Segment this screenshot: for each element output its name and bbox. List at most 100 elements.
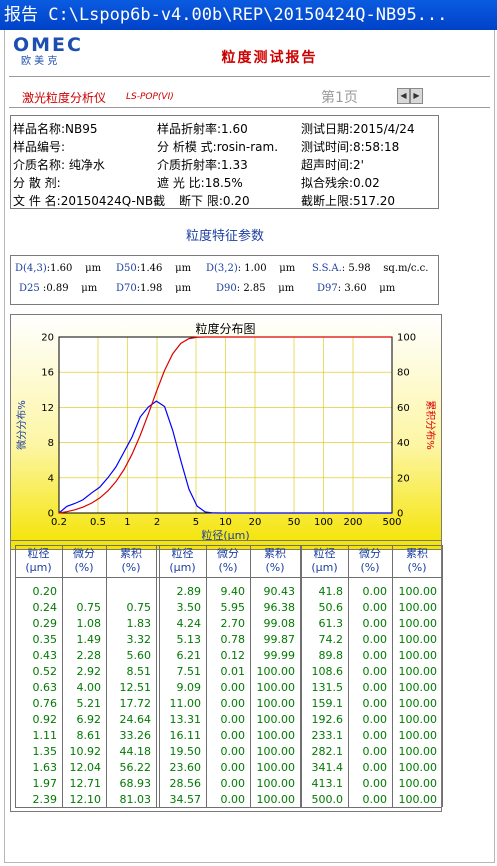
- table-header: 微分: [217, 547, 239, 560]
- table-cell: 2.70: [220, 617, 246, 630]
- table-cell: 131.5: [311, 681, 344, 694]
- table-cell: 24.64: [119, 713, 152, 726]
- instrument-model: LS-POP(VI): [126, 92, 174, 102]
- table-header: 累积: [406, 547, 428, 560]
- table-bottom-line: [15, 807, 442, 808]
- table-cell: 5.21: [76, 697, 102, 710]
- x-tick-label: 20: [249, 517, 262, 528]
- table-cell: 99.87: [263, 633, 296, 646]
- table-cell: 2.92: [76, 665, 102, 678]
- table-cell: 6.21: [176, 649, 202, 662]
- sample-info-box: 样品名称:NB95 样品折射率:1.60 测试日期:2015/4/24 样品编号…: [10, 115, 439, 209]
- table-cell: 0.00: [362, 681, 388, 694]
- distribution-chart: 0.2 0.5 1 2 5 10 20 50 100 200 5000481216200204060…: [15, 321, 436, 542]
- y-left-tick-label: 8: [48, 438, 54, 449]
- table-cell: 100.00: [398, 585, 438, 598]
- table-cell: 0.63: [32, 681, 58, 694]
- table-header: 粒径: [313, 547, 336, 560]
- x-tick-label: 50: [288, 517, 301, 528]
- table-cell: 0.00: [362, 697, 388, 710]
- table-cell: 0.00: [362, 777, 388, 790]
- x-tick-label: 1: [124, 517, 130, 528]
- y-right-tick-label: 40: [397, 438, 410, 449]
- table-cell: 0.00: [220, 761, 246, 774]
- table-cell: 100.00: [398, 665, 438, 678]
- table-cell: 7.51: [176, 665, 202, 678]
- table-cell: 0.00: [362, 649, 388, 662]
- table-cell: 8.61: [76, 729, 102, 742]
- y-left-tick-label: 16: [41, 368, 54, 379]
- prev-page-button[interactable]: ◀: [397, 88, 410, 104]
- table-cell: 5.95: [220, 601, 246, 614]
- table-cell: 0.00: [362, 601, 388, 614]
- table-cell: 0.00: [362, 585, 388, 598]
- info-file-name: 文 件 名:20150424Q-NB截: [13, 194, 166, 208]
- table-header: 微分: [73, 547, 95, 560]
- table-cell: 23.60: [169, 761, 202, 774]
- table-cell: 1.83: [126, 617, 152, 630]
- param-d90: D90: 2.85 μm: [216, 283, 295, 294]
- table-cell: 341.4: [311, 761, 344, 774]
- table-header-unit: (μm): [311, 561, 338, 574]
- table-cell: 159.1: [311, 697, 344, 710]
- table-cell: 74.2: [318, 633, 344, 646]
- report-title: 粒度测试报告: [221, 50, 318, 66]
- param-d97: D97: 3.60 μm: [317, 283, 396, 294]
- info-test-time: 测试时间:8:58:18: [301, 140, 400, 154]
- table-cell: 100.00: [256, 777, 296, 790]
- table-cell: 100.00: [256, 665, 296, 678]
- table-cell: 0.75: [126, 601, 152, 614]
- info-sample-ri: 样品折射率:1.60: [157, 122, 248, 136]
- table-cell: 5.60: [126, 649, 152, 662]
- info-test-date: 测试日期:2015/4/24: [301, 122, 415, 136]
- table-cell: 41.8: [318, 585, 344, 598]
- table-cell: 3.32: [126, 633, 152, 646]
- x-tick-label: 100: [314, 517, 333, 528]
- table-cell: 4.00: [76, 681, 102, 694]
- table-header: 粒径: [171, 547, 194, 560]
- table-cell: 0.00: [362, 665, 388, 678]
- info-ultrasonic-time: 超声时间:2': [301, 158, 364, 172]
- table-cell: 0.75: [76, 601, 102, 614]
- table-cell: 19.50: [169, 745, 202, 758]
- info-upper-cutoff: 截断上限:517.20: [301, 194, 396, 208]
- table-cell: 0.29: [32, 617, 58, 630]
- table-cell: 16.11: [169, 729, 202, 742]
- info-medium-name: 介质名称: 纯净水: [13, 158, 105, 172]
- info-obscuration: 遮 光 比:18.5%: [157, 176, 243, 190]
- table-cell: 4.24: [176, 617, 202, 630]
- info-lower-cutoff: 断下 限:0.20: [179, 194, 250, 208]
- table-cell: 100.00: [256, 713, 296, 726]
- table-vline: [442, 545, 443, 807]
- param-d50: D50:1.46 μm: [116, 263, 192, 274]
- table-cell: 8.51: [126, 665, 152, 678]
- info-fit-residual: 拟合残余:0.02: [301, 176, 380, 190]
- table-cell: 0.43: [32, 649, 58, 662]
- table-cell: 10.92: [69, 745, 102, 758]
- info-medium-ri: 介质折射率:1.33: [157, 158, 248, 172]
- report-page: OMEC 欧 美 克 粒度测试报告 激光粒度分析仪 LS-POP(VI) 第1页…: [4, 30, 495, 863]
- table-header-unit: (%): [265, 561, 285, 574]
- table-cell: 100.00: [398, 729, 438, 742]
- table-cell: 1.08: [76, 617, 102, 630]
- y-left-tick-label: 20: [41, 333, 54, 344]
- next-page-button[interactable]: ▶: [410, 88, 423, 104]
- table-cell: 100.00: [256, 681, 296, 694]
- table-cell: 100.00: [398, 649, 438, 662]
- table-cell: 100.00: [398, 761, 438, 774]
- table-header-unit: (%): [218, 561, 238, 574]
- y-right-tick-label: 20: [397, 473, 410, 484]
- y-right-axis-label: 累积分布%: [424, 400, 436, 450]
- table-cell: 0.00: [362, 793, 388, 806]
- x-tick-label: 5: [193, 517, 199, 528]
- table-cell: 233.1: [311, 729, 344, 742]
- table-cell: 0.20: [32, 585, 58, 598]
- table-cell: 1.49: [76, 633, 102, 646]
- table-cell: 0.00: [220, 713, 246, 726]
- table-header: 累积: [120, 547, 142, 560]
- table-cell: 11.00: [169, 697, 202, 710]
- table-header-unit: (%): [74, 561, 94, 574]
- table-cell: 0.00: [362, 745, 388, 758]
- pager: ◀ ▶: [397, 88, 423, 104]
- instrument-name: 激光粒度分析仪: [22, 91, 107, 105]
